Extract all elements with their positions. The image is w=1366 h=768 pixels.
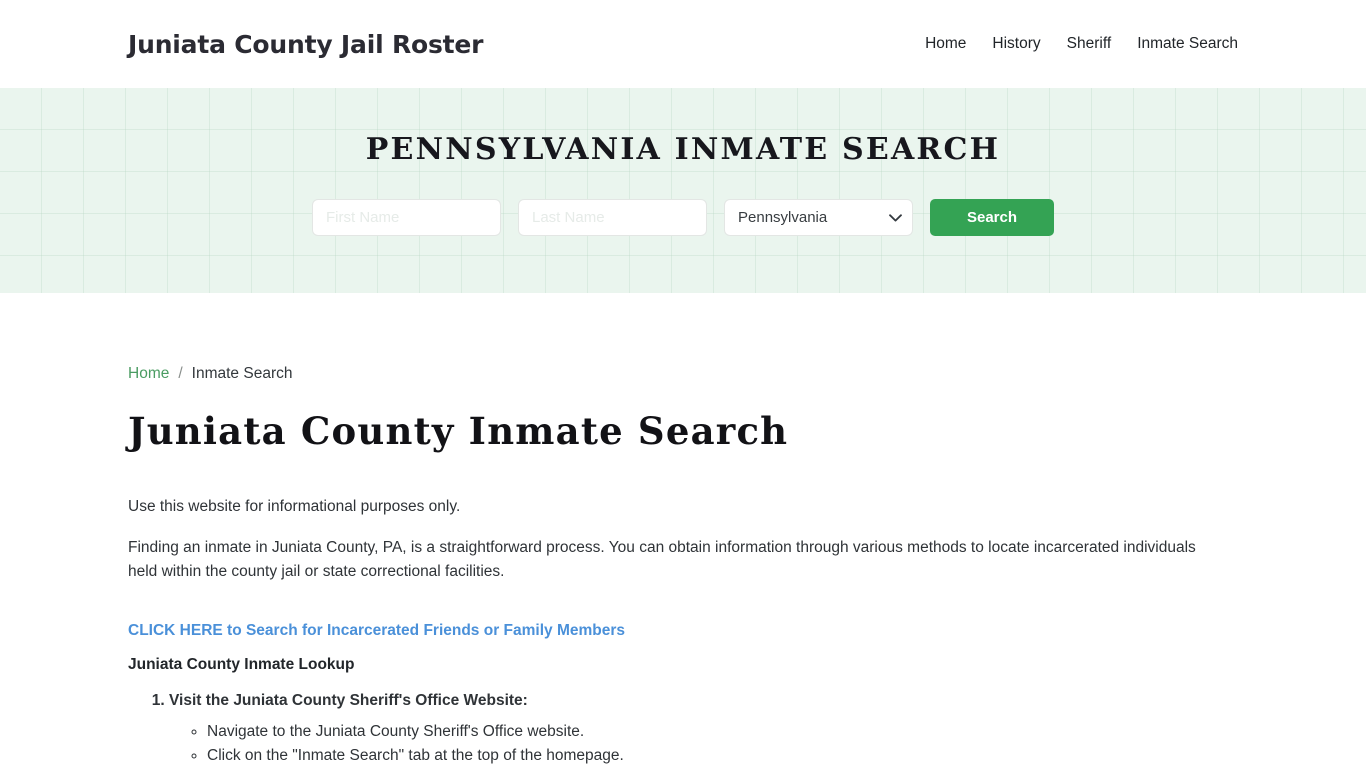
description-paragraph: Finding an inmate in Juniata County, PA,… [128, 539, 1196, 580]
lookup-steps-list: Visit the Juniata County Sheriff's Offic… [128, 688, 1238, 768]
state-select-wrapper: Pennsylvania [724, 199, 913, 236]
breadcrumb-home-link[interactable]: Home [128, 365, 169, 383]
state-select[interactable]: Pennsylvania [724, 199, 913, 236]
hero-search-section: Pennsylvania Inmate Search Pennsylvania … [0, 88, 1366, 293]
site-brand-link[interactable]: Juniata County Jail Roster [128, 30, 483, 59]
list-item: Navigate to the Juniata County Sheriff's… [207, 720, 1238, 744]
nav-item-home[interactable]: Home [925, 35, 966, 53]
last-name-input[interactable] [518, 199, 707, 236]
lookup-sub-heading: Juniata County Inmate Lookup [128, 656, 355, 673]
hero-title: Pennsylvania Inmate Search [365, 132, 1001, 167]
page-title: Juniata County Inmate Search [128, 409, 789, 453]
inmate-search-form: Pennsylvania Search [312, 199, 1054, 236]
substeps-list: Navigate to the Juniata County Sheriff's… [169, 720, 1238, 768]
first-name-input[interactable] [312, 199, 501, 236]
main-navigation: Home History Sheriff Inmate Search [925, 35, 1238, 53]
step-label: Visit the Juniata County Sheriff's Offic… [169, 692, 528, 709]
intro-text: Use this website for informational purpo… [128, 498, 461, 515]
site-header: Juniata County Jail Roster Home History … [0, 0, 1366, 88]
search-button[interactable]: Search [930, 199, 1054, 236]
breadcrumb: Home / Inmate Search [128, 365, 1238, 383]
nav-item-history[interactable]: History [992, 35, 1040, 53]
breadcrumb-current: Inmate Search [191, 365, 293, 382]
list-item: Click on the "Inmate Search" tab at the … [207, 744, 1238, 768]
list-item: Visit the Juniata County Sheriff's Offic… [169, 688, 1238, 768]
breadcrumb-separator: / [178, 365, 183, 382]
cta-search-link[interactable]: CLICK HERE to Search for Incarcerated Fr… [128, 622, 625, 640]
nav-item-sheriff[interactable]: Sheriff [1067, 35, 1112, 53]
main-content: Home / Inmate Search Juniata County Inma… [0, 293, 1366, 768]
nav-item-inmate-search[interactable]: Inmate Search [1137, 35, 1238, 53]
